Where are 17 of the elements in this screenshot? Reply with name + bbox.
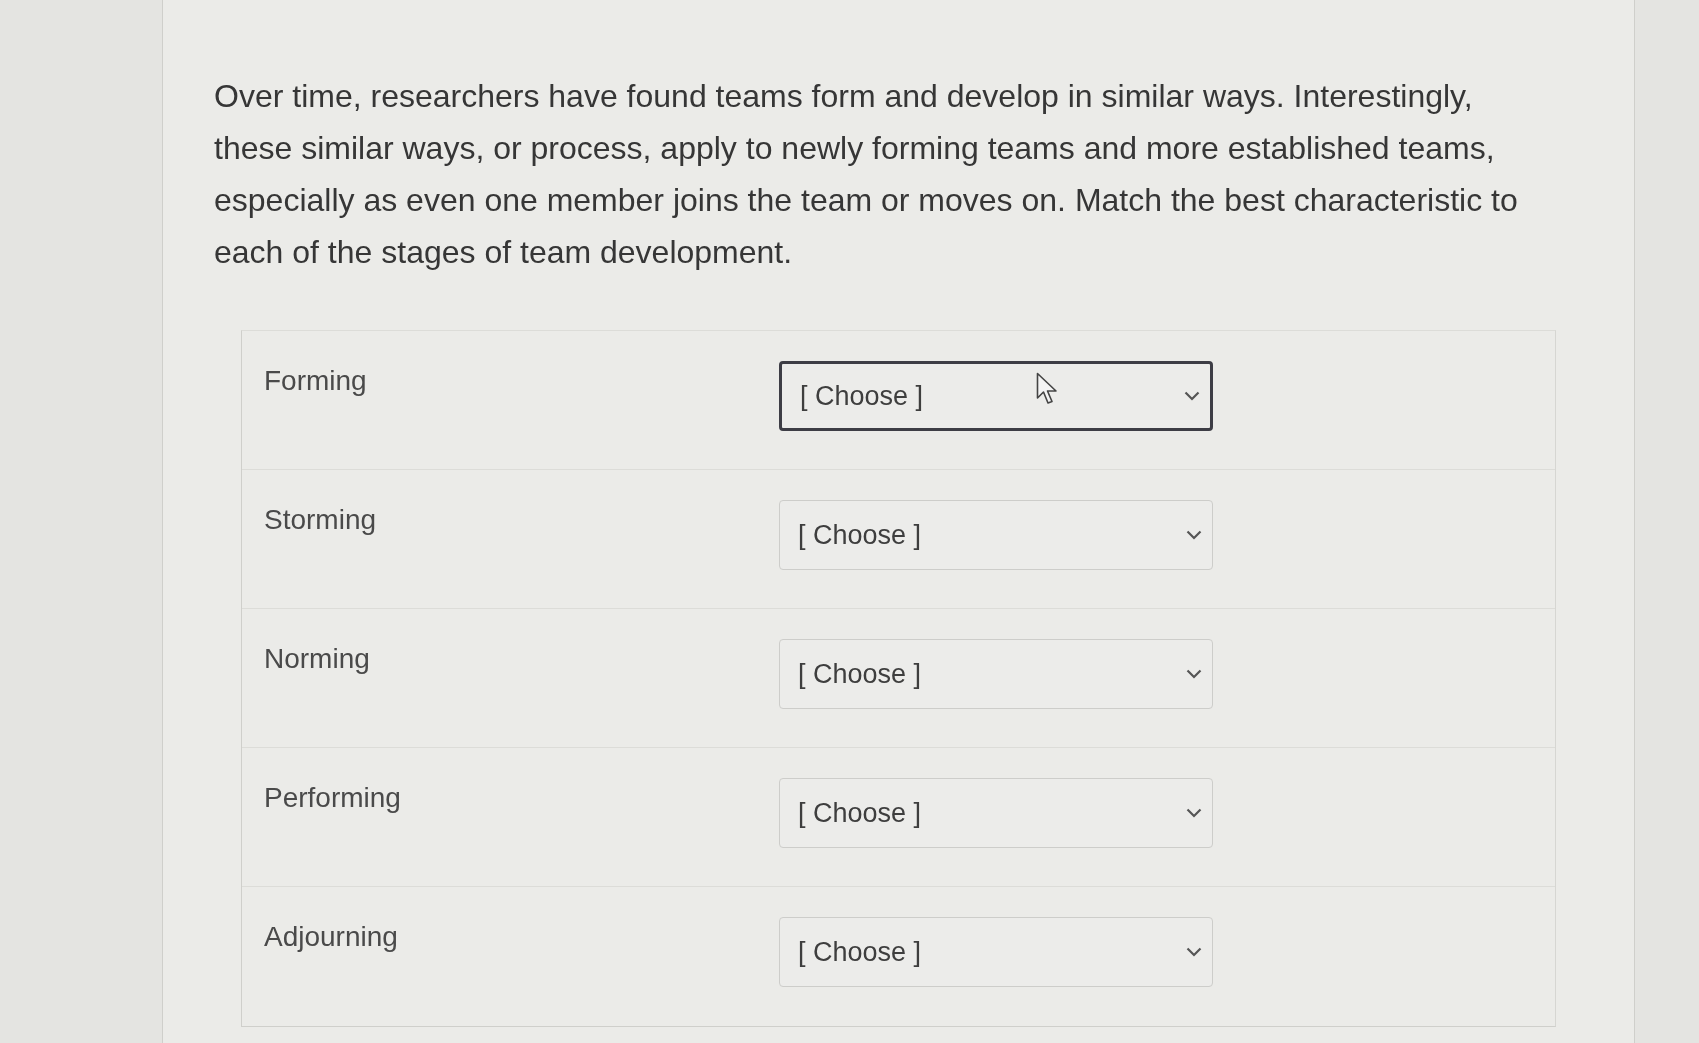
stage-label: Norming: [263, 642, 371, 675]
stage-label: Adjourning: [263, 920, 399, 953]
stage-label: Performing: [263, 781, 402, 814]
choose-dropdown[interactable]: [ Choose ]: [779, 639, 1213, 709]
choose-dropdown[interactable]: [ Choose ]: [779, 500, 1213, 570]
choose-dropdown[interactable]: [ Choose ]: [779, 361, 1213, 431]
chevron-down-icon: [1186, 808, 1202, 818]
chevron-down-icon: [1186, 530, 1202, 540]
chevron-down-icon: [1186, 669, 1202, 679]
stage-label: Forming: [263, 364, 368, 397]
question-text: Over time, researchers have found teams form and develop in similar ways. Interestingly, these similar ways, or process, apply to newly forming teams and more established teams, especially as even one member joins the team or moves on. Match the best characteristic to each of the stages of team development.: [214, 77, 1519, 272]
choose-dropdown[interactable]: [ Choose ]: [779, 917, 1213, 987]
chevron-down-icon: [1184, 391, 1200, 401]
mouse-pointer-icon: [1036, 372, 1058, 406]
choose-dropdown[interactable]: [ Choose ]: [779, 778, 1213, 848]
chevron-down-icon: [1186, 947, 1202, 957]
stage-label: Storming: [263, 503, 378, 536]
